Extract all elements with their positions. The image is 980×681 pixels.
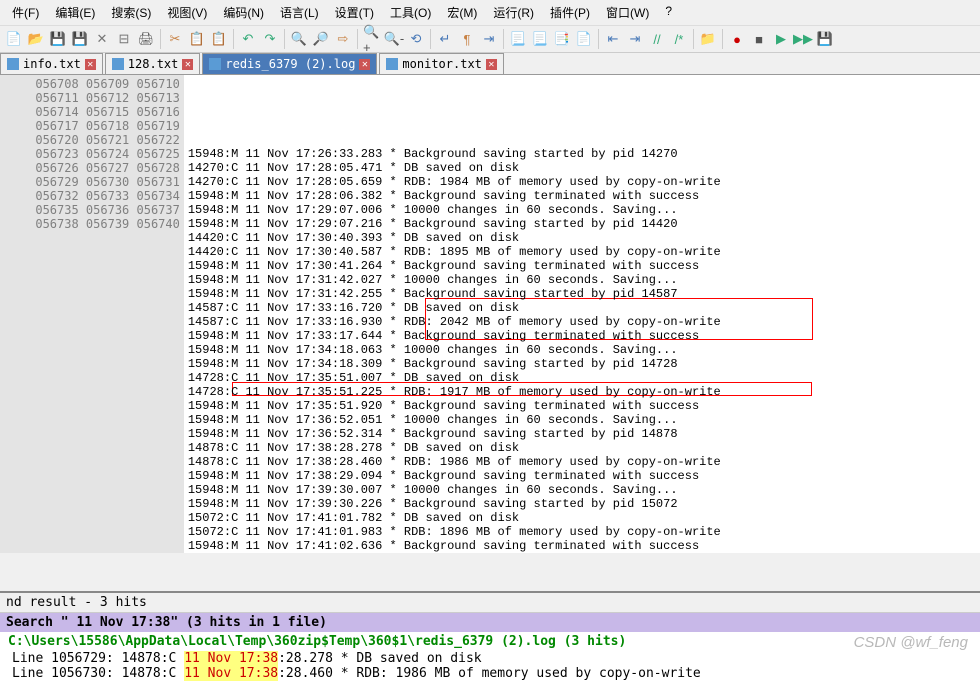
menu-help[interactable]: ? [657, 2, 680, 23]
menu-window[interactable]: 窗口(W) [598, 2, 657, 23]
zoom-in-icon[interactable]: 🔍+ [362, 29, 382, 49]
menu-bar: 件(F) 编辑(E) 搜索(S) 视图(V) 编码(N) 语言(L) 设置(T)… [0, 0, 980, 26]
search-query-line[interactable]: Search " 11 Nov 17:38" (3 hits in 1 file… [0, 613, 980, 632]
uncomment-icon[interactable]: /* [669, 29, 689, 49]
comment-icon[interactable]: // [647, 29, 667, 49]
editor-area[interactable]: 056708 056709 056710 056711 056712 05671… [0, 75, 980, 553]
search-hit-1[interactable]: Line 1056730: 14878:C 11 Nov 17:38:28.46… [0, 666, 980, 681]
tab-close-icon[interactable]: ✕ [486, 59, 497, 70]
replace-icon[interactable]: 🔎 [311, 29, 331, 49]
paste-icon[interactable]: 📋 [209, 29, 229, 49]
file-icon [7, 58, 19, 70]
menu-view[interactable]: 视图(V) [159, 2, 215, 23]
indent-right-icon[interactable]: ⇥ [625, 29, 645, 49]
docmap-icon[interactable]: 📄 [574, 29, 594, 49]
funclist-icon[interactable]: 📑 [552, 29, 572, 49]
indent-icon[interactable]: ⇥ [479, 29, 499, 49]
search-results-header: nd result - 3 hits [0, 593, 980, 613]
close-all-icon[interactable]: ⊟ [114, 29, 134, 49]
doc1-icon[interactable]: 📃 [508, 29, 528, 49]
indent-left-icon[interactable]: ⇤ [603, 29, 623, 49]
doc2-icon[interactable]: 📃 [530, 29, 550, 49]
play-icon[interactable]: ▶ [771, 29, 791, 49]
copy-icon[interactable]: 📋 [187, 29, 207, 49]
menu-file[interactable]: 件(F) [4, 2, 47, 23]
text-content[interactable]: 15948:M 11 Nov 17:26:33.283 * Background… [184, 75, 980, 553]
tab-1[interactable]: 128.txt✕ [105, 53, 201, 74]
search-file-line[interactable]: C:\Users\15586\AppData\Local\Temp\360zip… [0, 632, 980, 651]
tab-label: 128.txt [128, 57, 179, 71]
fastplay-icon[interactable]: ▶▶ [793, 29, 813, 49]
find-icon[interactable]: 🔍 [289, 29, 309, 49]
new-file-icon[interactable]: 📄 [4, 29, 24, 49]
open-file-icon[interactable]: 📂 [26, 29, 46, 49]
file-icon [112, 58, 124, 70]
print-icon[interactable]: 🖨 [136, 29, 156, 49]
cut-icon[interactable]: ✂ [165, 29, 185, 49]
menu-search[interactable]: 搜索(S) [103, 2, 159, 23]
tab-label: monitor.txt [402, 57, 481, 71]
menu-plugins[interactable]: 插件(P) [542, 2, 598, 23]
file-icon [386, 58, 398, 70]
menu-tools[interactable]: 工具(O) [382, 2, 439, 23]
tab-close-icon[interactable]: ✕ [85, 59, 96, 70]
menu-language[interactable]: 语言(L) [272, 2, 327, 23]
menu-run[interactable]: 运行(R) [485, 2, 542, 23]
tab-0[interactable]: info.txt ✕ [0, 53, 103, 74]
tab-label: info.txt [23, 57, 81, 71]
save-all-icon[interactable]: 💾 [70, 29, 90, 49]
show-chars-icon[interactable]: ¶ [457, 29, 477, 49]
stop-icon[interactable]: ■ [749, 29, 769, 49]
sync-icon[interactable]: ⟲ [406, 29, 426, 49]
search-hit-0[interactable]: Line 1056729: 14878:C 11 Nov 17:38:28.27… [0, 651, 980, 666]
wordwrap-icon[interactable]: ↵ [435, 29, 455, 49]
save-icon[interactable]: 💾 [48, 29, 68, 49]
tab-bar: info.txt✕128.txt✕redis_6379 (2).log✕moni… [0, 53, 980, 75]
record-icon[interactable]: ● [727, 29, 747, 49]
menu-edit[interactable]: 编辑(E) [47, 2, 103, 23]
folder-icon[interactable]: 📁 [698, 29, 718, 49]
tab-close-icon[interactable]: ✕ [182, 59, 193, 70]
save-macro-icon[interactable]: 💾 [815, 29, 835, 49]
undo-icon[interactable]: ↶ [238, 29, 258, 49]
redo-icon[interactable]: ↷ [260, 29, 280, 49]
toolbar: 📄 📂 💾 💾 ✕ ⊟ 🖨 ✂ 📋 📋 ↶ ↷ 🔍 🔎 ⇨ 🔍+ 🔍- ⟲ ↵ … [0, 26, 980, 53]
tab-label: redis_6379 (2).log [225, 57, 355, 71]
tab-3[interactable]: monitor.txt ✕ [379, 53, 503, 74]
search-results-pane[interactable]: nd result - 3 hits Search " 11 Nov 17:38… [0, 591, 980, 681]
goto-icon[interactable]: ⇨ [333, 29, 353, 49]
close-icon[interactable]: ✕ [92, 29, 112, 49]
menu-settings[interactable]: 设置(T) [327, 2, 382, 23]
zoom-out-icon[interactable]: 🔍- [384, 29, 404, 49]
file-icon [209, 58, 221, 70]
line-gutter: 056708 056709 056710 056711 056712 05671… [0, 75, 184, 553]
tab-2[interactable]: redis_6379 (2).log ✕ [202, 53, 377, 74]
menu-macro[interactable]: 宏(M) [439, 2, 485, 23]
tab-close-icon[interactable]: ✕ [359, 59, 370, 70]
menu-encoding[interactable]: 编码(N) [215, 2, 272, 23]
